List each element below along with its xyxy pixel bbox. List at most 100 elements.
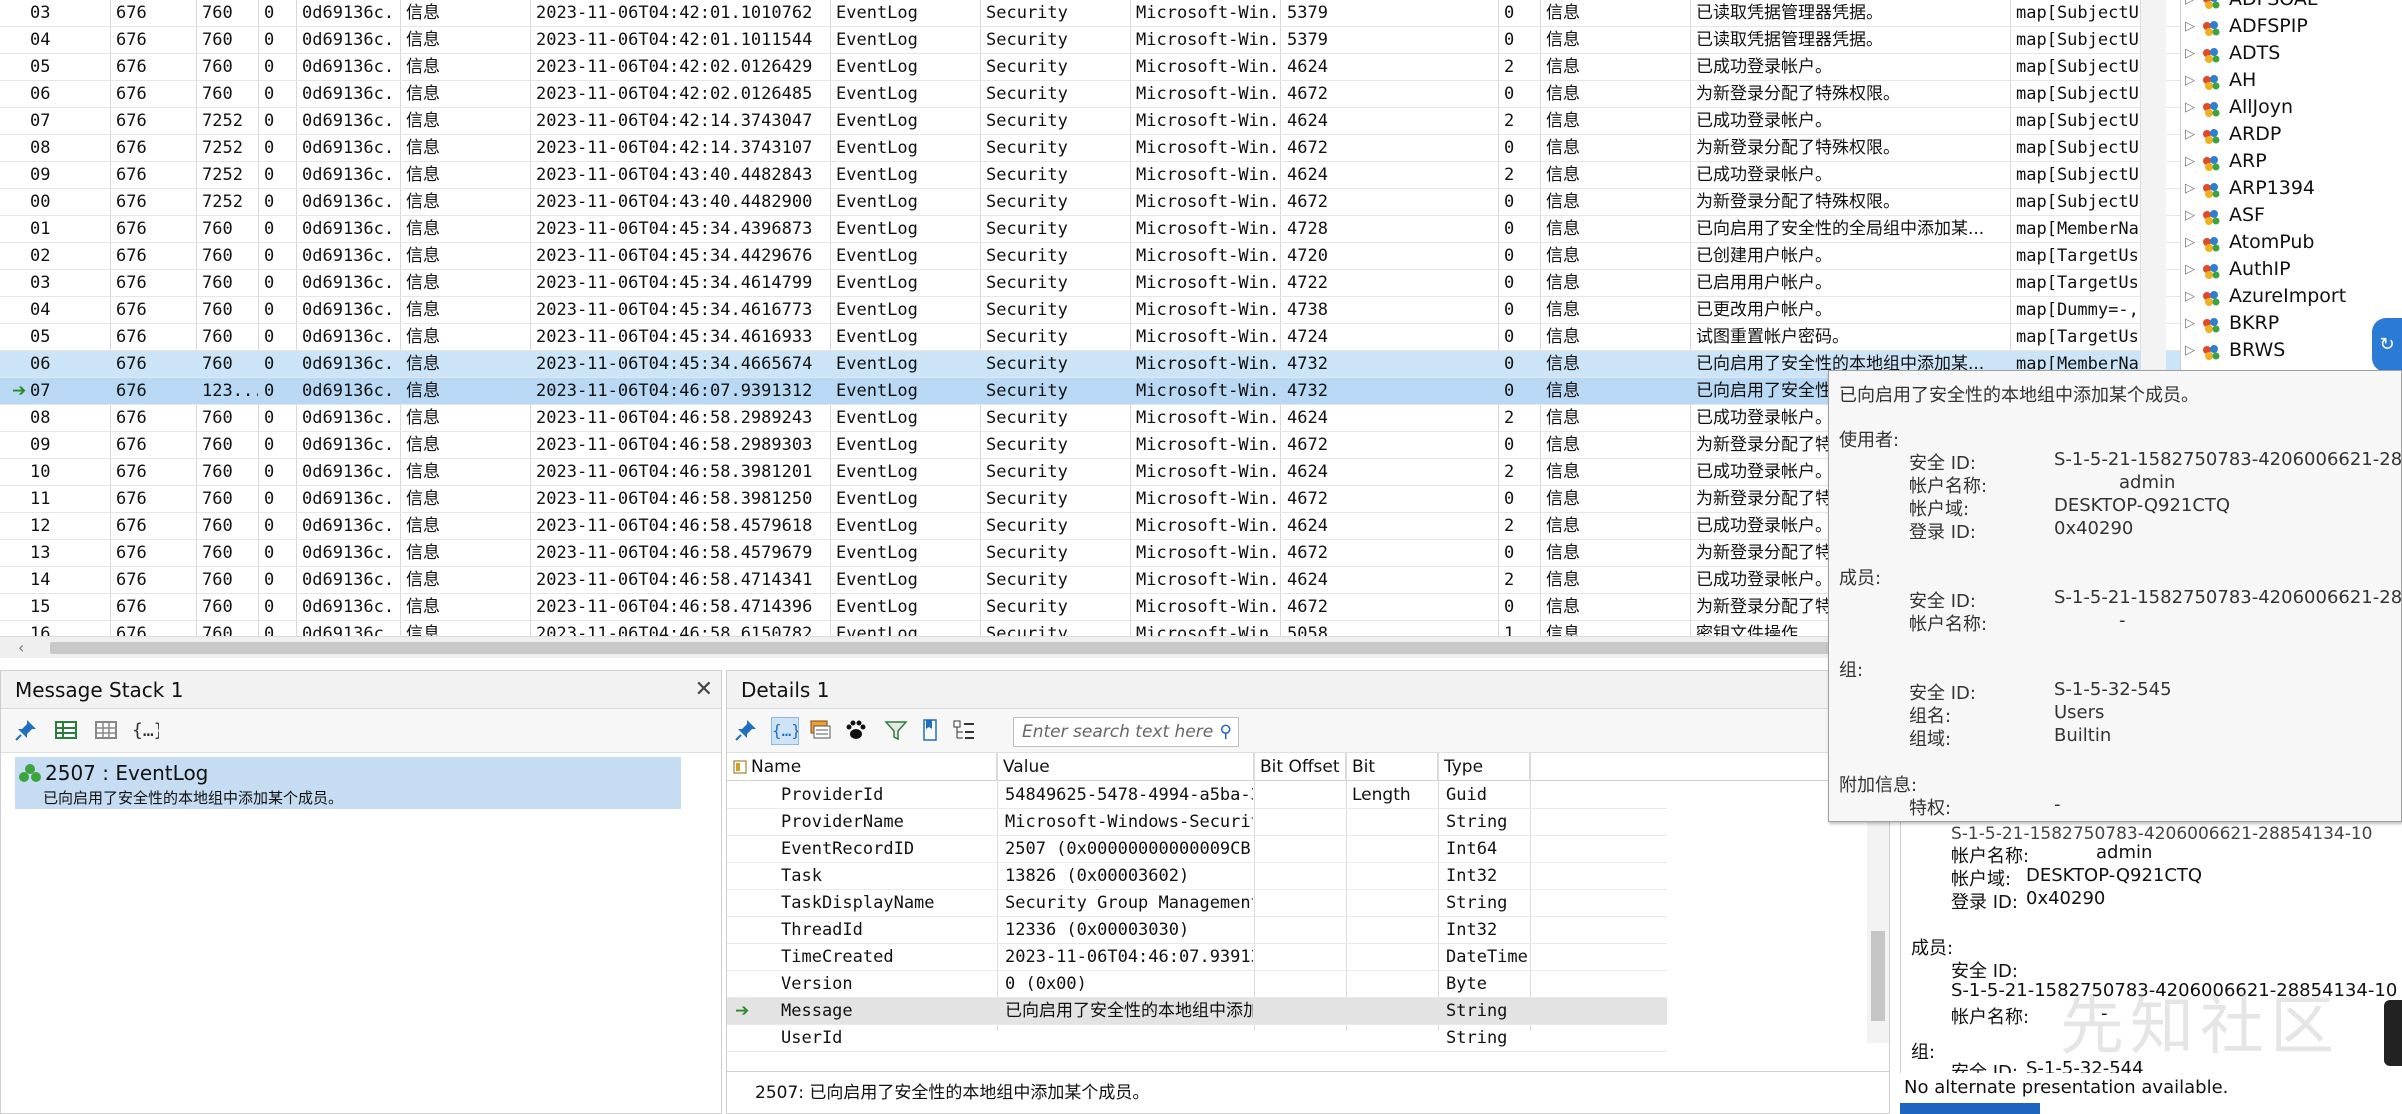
paw-icon[interactable] — [843, 717, 871, 745]
cell-level: 信息 — [406, 489, 440, 509]
event-row[interactable]: 08 676 7252 0 0d69136c... 信息 2023-11-06T04:42:… — [0, 135, 2180, 162]
event-row[interactable]: 05 676 760 0 0d69136c... 信息 2023-11-06T04:42:0… — [0, 54, 2180, 81]
details-row[interactable]: UserId String — [727, 1025, 1667, 1052]
expand-icon[interactable]: ▷ — [2185, 337, 2195, 364]
details-row[interactable]: TimeCreated 2023-11-06T04:46:07.9391312 Da… — [727, 944, 1667, 971]
cell-level-name: 信息 — [1546, 300, 1580, 320]
cell-thread-id: 760 — [202, 543, 233, 563]
cell-source: EventLog — [836, 597, 918, 617]
expand-icon[interactable]: ▷ — [2185, 13, 2195, 40]
details-row[interactable]: EventRecordID 2507 (0x00000000000009CB) In… — [727, 836, 1667, 863]
tree-item-label: ADFSOAL — [2229, 0, 2318, 13]
braces-icon[interactable]: {…} — [131, 717, 165, 745]
cell-channel: Security — [986, 84, 1068, 104]
column-header-type[interactable]: Type — [1438, 753, 1530, 781]
cell-level-name: 信息 — [1546, 57, 1580, 77]
expand-icon[interactable]: ▷ — [2185, 94, 2195, 121]
cell-event-id: 4624 — [1287, 111, 1328, 131]
cell-thread-id: 760 — [202, 327, 233, 347]
stack-item[interactable]: 2507 : EventLog 已向启用了安全性的本地组中添加某个成员。 — [15, 757, 681, 809]
expand-icon[interactable]: ▷ — [2185, 67, 2195, 94]
details-row[interactable]: ProviderId 54849625-5478-4994-a5ba-3e3b03… — [727, 782, 1667, 809]
event-row[interactable]: 09 676 7252 0 0d69136c... 信息 2023-11-06T04:43:… — [0, 162, 2180, 189]
cell-channel: Security — [986, 408, 1068, 428]
expand-icon[interactable]: ▷ — [2185, 310, 2195, 337]
cell-version: 0 — [1504, 219, 1515, 239]
cell-flag: 0 — [264, 273, 275, 293]
expand-icon[interactable]: ▷ — [2185, 283, 2195, 310]
event-row[interactable]: 03 676 760 0 0d69136c... 信息 2023-11-06T04:42:0… — [0, 0, 2180, 27]
tooltip-label: 登录 ID: — [1909, 522, 1976, 543]
event-row[interactable]: 04 676 760 0 0d69136c... 信息 2023-11-06T04:45:3… — [0, 297, 2180, 324]
expand-icon[interactable]: ▷ — [2185, 148, 2195, 175]
bookmark-icon[interactable] — [917, 717, 945, 745]
cell-activity-id: 0d69136c... — [302, 138, 398, 158]
details-row[interactable]: ThreadId 12336 (0x00003030) Int32 — [727, 917, 1667, 944]
cell-level-name: 信息 — [1546, 462, 1580, 482]
cell-index: 05 — [30, 327, 51, 347]
cell-version: 0 — [1504, 300, 1515, 320]
cell-event-id: 4722 — [1287, 273, 1328, 293]
tree-expand-icon[interactable] — [951, 717, 979, 745]
details-cell-type: String — [1446, 1028, 1508, 1048]
cell-data: map[SubjectU — [2016, 165, 2139, 185]
scroll-thumb[interactable] — [50, 642, 2030, 654]
expand-icon[interactable]: ▷ — [2185, 175, 2195, 202]
stack-icon[interactable] — [807, 717, 835, 745]
search-input[interactable]: Enter search text here ⚲ — [1013, 717, 1239, 747]
bottom-tab[interactable] — [1900, 1103, 2040, 1114]
grid-view-icon[interactable] — [53, 717, 81, 745]
table-icon[interactable] — [93, 717, 121, 745]
column-header-bit-offset[interactable]: Bit Offset — [1254, 753, 1346, 781]
event-row[interactable]: 01 676 760 0 0d69136c... 信息 2023-11-06T04:45:3… — [0, 216, 2180, 243]
column-menu-icon[interactable] — [733, 760, 747, 774]
side-tab-icon[interactable]: ↻ — [2372, 318, 2402, 372]
event-row[interactable]: 00 676 7252 0 0d69136c... 信息 2023-11-06T04:43:… — [0, 189, 2180, 216]
close-icon[interactable]: ✕ — [695, 671, 713, 709]
event-row[interactable]: 03 676 760 0 0d69136c... 信息 2023-11-06T04:45:3… — [0, 270, 2180, 297]
cell-provider: Microsoft-Win... — [1136, 489, 1280, 509]
expand-icon[interactable]: ▷ — [2185, 229, 2195, 256]
cell-index: 01 — [30, 219, 51, 239]
details-row[interactable]: ➔ Message 已向启用了安全性的本地组中添加某个成员。 String — [727, 998, 1667, 1025]
details-row[interactable]: TaskDisplayName Security Group Management… — [727, 890, 1667, 917]
column-header-bit-length[interactable]: Bit Length — [1346, 753, 1438, 805]
event-row[interactable]: 05 676 760 0 0d69136c... 信息 2023-11-06T04:45:3… — [0, 324, 2180, 351]
cell-flag: 0 — [264, 597, 275, 617]
cell-version: 0 — [1504, 84, 1515, 104]
expand-icon[interactable]: ▷ — [2185, 202, 2195, 229]
cell-flag: 0 — [264, 462, 275, 482]
details-row[interactable]: ProviderName Microsoft-Windows-Security-A… — [727, 809, 1667, 836]
side-handle-icon[interactable] — [2384, 1000, 2402, 1066]
expand-icon[interactable]: ▷ — [2185, 40, 2195, 67]
expand-icon[interactable]: ▷ — [2185, 0, 2195, 13]
details-cell-type: String — [1446, 812, 1508, 832]
cell-thread-id: 760 — [202, 489, 233, 509]
expand-icon[interactable]: ▷ — [2185, 121, 2195, 148]
pin-icon[interactable] — [733, 717, 761, 745]
column-header-value[interactable]: Value — [997, 753, 1254, 781]
braces-icon[interactable]: {…} — [771, 717, 801, 745]
search-icon[interactable]: ⚲ — [1220, 718, 1232, 746]
event-row[interactable]: 04 676 760 0 0d69136c... 信息 2023-11-06T04:42:0… — [0, 27, 2180, 54]
event-row[interactable]: 06 676 760 0 0d69136c... 信息 2023-11-06T04:42:0… — [0, 81, 2180, 108]
event-row[interactable]: 07 676 7252 0 0d69136c... 信息 2023-11-06T04:42:… — [0, 108, 2180, 135]
provider-tree[interactable]: ▷ ADFSOAL ▷ ADFSPIP ▷ ADTS ▷ AH ▷ AllJoyn ▷ ARDP ▷ AR… — [2180, 0, 2402, 372]
cell-time: 2023-11-06T04:46:58.2989303 — [536, 435, 813, 455]
cell-time: 2023-11-06T04:42:02.0126485 — [536, 84, 813, 104]
scroll-thumb[interactable] — [1871, 931, 1885, 1021]
scroll-left-icon[interactable]: ‹ — [18, 637, 24, 658]
filter-icon[interactable] — [883, 717, 911, 745]
cell-provider: Microsoft-Win... — [1136, 381, 1280, 401]
column-header-name[interactable]: Name — [727, 753, 997, 781]
cell-level: 信息 — [406, 300, 440, 320]
provider-icon — [2201, 73, 2220, 90]
details-cell-value: 12336 (0x00003030) — [1005, 920, 1190, 940]
details-row[interactable]: Task 13826 (0x00003602) Int32 — [727, 863, 1667, 890]
details-row[interactable]: Version 0 (0x00) Byte — [727, 971, 1667, 998]
event-row[interactable]: 02 676 760 0 0d69136c... 信息 2023-11-06T04:45:3… — [0, 243, 2180, 270]
expand-icon[interactable]: ▷ — [2185, 256, 2195, 283]
cell-event-id: 4672 — [1287, 138, 1328, 158]
cell-version: 0 — [1504, 435, 1515, 455]
pin-icon[interactable] — [13, 717, 41, 745]
